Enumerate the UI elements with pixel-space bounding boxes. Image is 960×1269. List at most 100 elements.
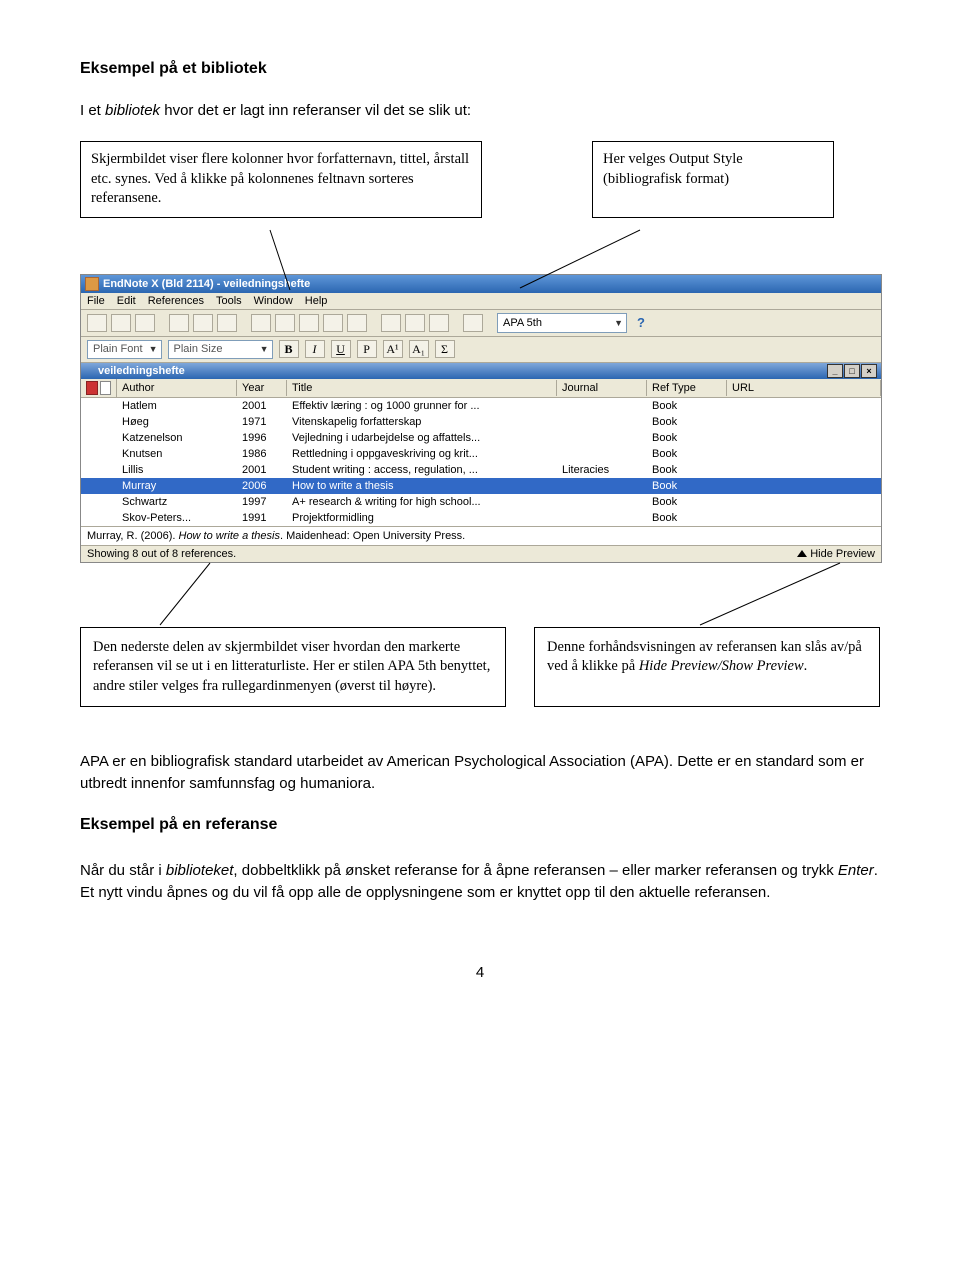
toolbar-button[interactable]: [217, 314, 237, 332]
menu-edit[interactable]: Edit: [117, 295, 136, 307]
plain-button[interactable]: P: [357, 340, 377, 358]
bold-button[interactable]: B: [279, 340, 299, 358]
hide-preview-button[interactable]: Hide Preview: [797, 548, 875, 560]
size-select-value: Plain Size: [174, 343, 223, 355]
cell: [557, 485, 647, 487]
maximize-button[interactable]: □: [844, 364, 860, 378]
underline-button[interactable]: U: [331, 340, 351, 358]
header-title[interactable]: Title: [287, 380, 557, 396]
cell: Book: [647, 399, 727, 413]
menu-references[interactable]: References: [148, 295, 204, 307]
size-select[interactable]: Plain Size ▼: [168, 340, 273, 359]
callout-hide-preview: Denne forhåndsvisningen av referansen ka…: [534, 627, 880, 708]
table-row[interactable]: Hatlem2001Effektiv læring : og 1000 grun…: [81, 398, 881, 414]
toolbar-button[interactable]: [169, 314, 189, 332]
menu-file[interactable]: File: [87, 295, 105, 307]
callout-preview-explain: Den nederste delen av skjermbildet viser…: [80, 627, 506, 708]
output-style-select[interactable]: APA 5th ▼: [497, 313, 627, 333]
cell: 1971: [237, 415, 287, 429]
cell: [727, 501, 881, 503]
dropdown-arrow-icon: ▼: [149, 344, 158, 354]
font-select[interactable]: Plain Font▼: [87, 340, 162, 359]
intro-em: bibliotek: [105, 102, 160, 119]
format-bar: Plain Font▼ Plain Size ▼ B I U P A¹ A₁ Σ: [81, 337, 881, 363]
cell: [727, 517, 881, 519]
superscript-button[interactable]: A¹: [383, 340, 403, 358]
subscript-button[interactable]: A₁: [409, 340, 429, 358]
output-style-value: APA 5th: [503, 317, 542, 329]
cell: [81, 501, 117, 503]
toolbar: APA 5th ▼ ?: [81, 310, 881, 337]
cell: [557, 405, 647, 407]
preview-pane: Murray, R. (2006). How to write a thesis…: [81, 526, 881, 545]
callout-hp-2: .: [804, 658, 808, 674]
menu-tools[interactable]: Tools: [216, 295, 242, 307]
toolbar-button[interactable]: [381, 314, 401, 332]
close-button[interactable]: ×: [861, 364, 877, 378]
table-row[interactable]: Katzenelson1996Vejledning i udarbejdelse…: [81, 430, 881, 446]
header-journal[interactable]: Journal: [557, 380, 647, 396]
cell: How to write a thesis: [287, 479, 557, 493]
subwindow-titlebar: veiledningshefte _□×: [81, 363, 881, 379]
cell: Murray: [117, 479, 237, 493]
toolbar-button[interactable]: [135, 314, 155, 332]
hide-preview-label: Hide Preview: [810, 548, 875, 560]
status-bar: Showing 8 out of 8 references. Hide Prev…: [81, 545, 881, 562]
table-row[interactable]: Murray2006How to write a thesis Book: [81, 478, 881, 494]
header-year[interactable]: Year: [237, 380, 287, 396]
pdf-column-icon[interactable]: [86, 381, 98, 395]
minimize-button[interactable]: _: [827, 364, 843, 378]
callout-columns: Skjermbildet viser flere kolonner hvor f…: [80, 141, 482, 218]
cell: Book: [647, 511, 727, 525]
toolbar-button[interactable]: [347, 314, 367, 332]
cell: Book: [647, 479, 727, 493]
body-text: APA er en bibliografisk standard utarbei…: [80, 751, 880, 903]
callout-output-style: Her velges Output Style (bibliografisk f…: [592, 141, 834, 218]
table-row[interactable]: Knutsen1986Rettledning i oppgaveskriving…: [81, 446, 881, 462]
cell: [81, 421, 117, 423]
cell: [557, 437, 647, 439]
toolbar-button[interactable]: [111, 314, 131, 332]
table-row[interactable]: Høeg1971Vitenskapelig forfatterskapBook: [81, 414, 881, 430]
header-reftype[interactable]: Ref Type: [647, 380, 727, 396]
toolbar-button[interactable]: [193, 314, 213, 332]
menu-window[interactable]: Window: [254, 295, 293, 307]
table-row[interactable]: Schwartz1997A+ research & writing for hi…: [81, 494, 881, 510]
menu-help[interactable]: Help: [305, 295, 328, 307]
toolbar-button[interactable]: [323, 314, 343, 332]
toolbar-button[interactable]: [275, 314, 295, 332]
note-column-icon[interactable]: [100, 381, 112, 395]
connector-lines-bottom: [80, 563, 880, 623]
cell: 1986: [237, 447, 287, 461]
cell: [81, 469, 117, 471]
cell: 2001: [237, 463, 287, 477]
page-heading: Eksempel på et bibliotek: [80, 60, 880, 78]
window-buttons: _□×: [826, 364, 877, 378]
cell: [81, 405, 117, 407]
italic-button[interactable]: I: [305, 340, 325, 358]
intro-text-2: hvor det er lagt inn referanser vil det …: [160, 102, 471, 119]
callout-hp-em: Hide Preview/Show Preview: [639, 658, 804, 674]
toolbar-button[interactable]: [463, 314, 483, 332]
table-row[interactable]: Lillis2001Student writing : access, regu…: [81, 462, 881, 478]
dropdown-arrow-icon: ▼: [260, 344, 269, 354]
toolbar-button[interactable]: [87, 314, 107, 332]
cell: Knutsen: [117, 447, 237, 461]
cell: 2006: [237, 479, 287, 493]
toolbar-button[interactable]: [299, 314, 319, 332]
open-reference-paragraph: Når du står i biblioteket, dobbeltklikk …: [80, 860, 880, 904]
symbol-button[interactable]: Σ: [435, 340, 455, 358]
header-url[interactable]: URL: [727, 380, 881, 396]
toolbar-button[interactable]: [251, 314, 271, 332]
help-icon[interactable]: ?: [637, 315, 645, 330]
menu-bar: File Edit References Tools Window Help: [81, 293, 881, 310]
header-author[interactable]: Author: [117, 380, 237, 396]
app-titlebar: EndNote X (Bld 2114) - veiledningshefte: [81, 275, 881, 293]
cell: Lillis: [117, 463, 237, 477]
toolbar-button[interactable]: [405, 314, 425, 332]
p2-em1: biblioteket: [166, 862, 234, 879]
table-row[interactable]: Skov-Peters...1991ProjektformidlingBook: [81, 510, 881, 526]
cell: Katzenelson: [117, 431, 237, 445]
cell: [727, 437, 881, 439]
toolbar-button[interactable]: [429, 314, 449, 332]
